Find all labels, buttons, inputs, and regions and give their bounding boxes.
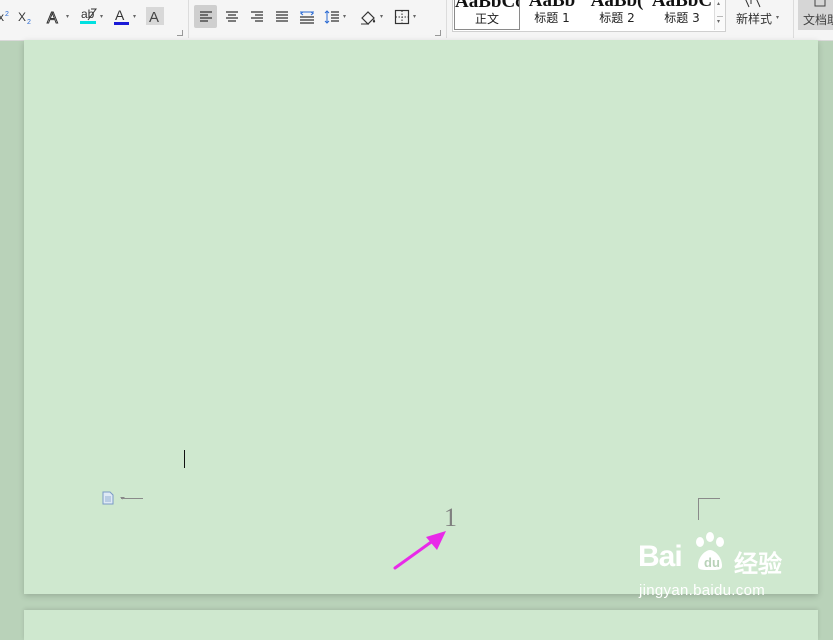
ribbon-toolbar: x2 X2 A ▾ ab ▾ A ▾ A ▾ ▾ (0, 0, 833, 41)
borders-icon (394, 9, 410, 25)
style-label: 标题 1 (534, 11, 570, 25)
borders-dropdown[interactable]: ▾ (413, 14, 416, 20)
svg-text:2: 2 (5, 11, 9, 18)
margin-corner-left (121, 498, 143, 520)
svg-text:du: du (704, 555, 720, 570)
text-effect-icon: A (47, 10, 59, 27)
text-cursor (184, 450, 185, 468)
style-heading-3[interactable]: AaBbC 标题 3 (649, 0, 715, 30)
character-shading-button[interactable]: A (146, 7, 164, 25)
subscript-icon: X2 (18, 10, 31, 25)
separator (793, 0, 794, 38)
line-spacing-button[interactable] (322, 5, 342, 28)
align-right-icon (250, 10, 263, 22)
style-label: 正文 (474, 12, 499, 26)
svg-text:2: 2 (27, 19, 31, 25)
document-assistant-button[interactable]: 文档助 (798, 0, 833, 30)
chevron-up-icon[interactable]: ▴ (717, 0, 720, 7)
distributed-button[interactable] (295, 5, 318, 28)
borders-button[interactable] (393, 6, 411, 28)
text-effect-dropdown[interactable]: ▾ (66, 14, 69, 20)
style-heading-2[interactable]: AaBb( 标题 2 (584, 0, 650, 30)
gallery-scroll[interactable]: ▴ — ▾ (714, 0, 725, 30)
margin-corner-right (698, 498, 720, 520)
highlight-dropdown[interactable]: ▾ (100, 14, 103, 20)
style-label: 标题 2 (599, 11, 635, 25)
watermark-brand: Bai (638, 540, 683, 573)
align-left-button[interactable] (194, 5, 217, 28)
separator (188, 0, 189, 38)
justify-button[interactable] (270, 5, 293, 28)
style-gallery: AaBbCcDd 正文 AaBb 标题 1 AaBb( 标题 2 AaBbC 标… (452, 0, 726, 32)
character-shading-icon: A (149, 9, 159, 25)
svg-text:A: A (115, 7, 125, 23)
distributed-icon (299, 11, 314, 24)
align-right-button[interactable] (245, 5, 268, 28)
svg-text:x: x (0, 10, 4, 24)
new-style-icon (745, 0, 761, 8)
subscript-button[interactable]: X2 (17, 9, 35, 25)
style-normal[interactable]: AaBbCcDd 正文 (454, 0, 520, 30)
style-label: 标题 3 (664, 11, 700, 25)
svg-text:A: A (149, 9, 159, 25)
shading-button[interactable] (358, 6, 378, 28)
watermark-url: jingyan.baidu.com (639, 582, 766, 599)
highlight-icon: ab (80, 7, 97, 24)
paw-logo-icon: du (696, 532, 724, 570)
style-heading-1[interactable]: AaBb 标题 1 (519, 0, 585, 30)
document-assistant-icon (814, 0, 826, 7)
annotation-arrow-icon (393, 531, 446, 570)
next-page[interactable] (24, 610, 818, 640)
font-color-dropdown[interactable]: ▾ (133, 14, 136, 20)
document-page[interactable]: 1 (24, 40, 818, 594)
superscript-button[interactable]: x2 (0, 9, 12, 25)
align-center-icon (225, 10, 238, 22)
svg-text:A: A (47, 10, 58, 26)
highlight-button[interactable]: ab (80, 6, 98, 26)
separator (446, 0, 447, 38)
svg-text:X: X (18, 10, 26, 24)
shading-dropdown[interactable]: ▾ (380, 14, 383, 20)
paint-bucket-icon (361, 11, 376, 25)
document-assistant-label: 文档助 (803, 13, 833, 27)
justify-icon (275, 10, 288, 22)
superscript-icon: x2 (0, 10, 9, 24)
new-style-label: 新样式 (736, 12, 773, 26)
more-styles-icon[interactable]: — ▾ (717, 14, 723, 25)
line-spacing-icon (324, 9, 339, 24)
baidu-watermark: Bai du 经验 jingyan.baidu.com (638, 532, 798, 602)
align-left-icon (199, 10, 212, 22)
new-style-dropdown[interactable]: ▾ (776, 14, 779, 21)
line-spacing-dropdown[interactable]: ▾ (343, 14, 346, 20)
paragraph-group-launcher[interactable] (435, 30, 441, 36)
font-group-launcher[interactable] (177, 30, 183, 36)
font-color-button[interactable]: A (114, 6, 130, 26)
watermark-brand-cn: 经验 (734, 550, 782, 578)
align-center-button[interactable] (220, 5, 243, 28)
new-style-button[interactable]: 新样式 ▾ (732, 0, 788, 38)
font-color-icon: A (114, 7, 129, 25)
text-effect-button[interactable]: A (46, 8, 64, 27)
